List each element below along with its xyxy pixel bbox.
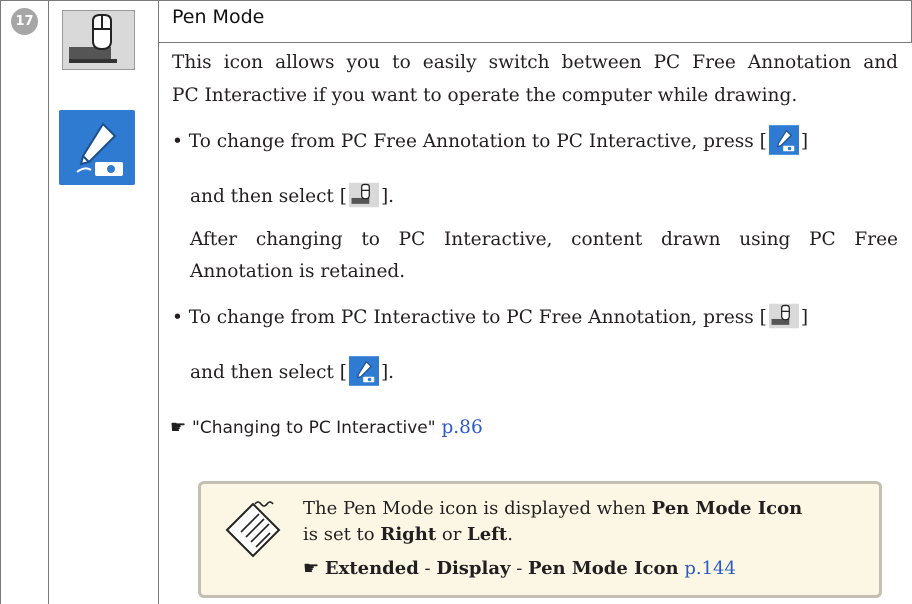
pen-on-projector-icon [348, 356, 379, 386]
bullet-1-line-2: and then select []. [190, 180, 394, 212]
table-top-border [0, 0, 912, 1]
mouse-on-computer-icon [62, 10, 135, 70]
note-text-part: is set to [303, 524, 381, 545]
reference-page-link[interactable]: p.86 [441, 417, 482, 438]
mouse-on-computer-icon [768, 301, 799, 331]
reference-line: ☛ "Changing to PC Interactive" p.86 [170, 412, 483, 444]
memo-notepad-icon [223, 498, 285, 560]
bullet-dot: • [172, 131, 189, 152]
bullet-1-text: To change from PC Free Annotation to PC … [188, 131, 767, 152]
bullet-dot: • [172, 307, 189, 328]
intro-line-1: This icon allows you to easily switch be… [172, 52, 898, 73]
pen-on-projector-icon [768, 125, 799, 155]
note-text-part: The Pen Mode icon is displayed when [303, 498, 652, 519]
bracket-close: ] [800, 307, 809, 328]
intro-line-2: PC Interactive if you want to operate th… [172, 85, 798, 106]
bullet-1-line-1: • To change from PC Free Annotation to P… [172, 125, 902, 157]
note-text-part: or [436, 524, 468, 545]
pointing-hand-icon: ☛ [303, 558, 320, 579]
mouse-on-computer-icon [348, 180, 379, 210]
ref-separator: - [510, 558, 529, 579]
ref-separator: - [418, 558, 437, 579]
note-reference-page-link[interactable]: p.144 [684, 558, 736, 579]
note-bold-left: Left [467, 524, 508, 545]
note-reference: ☛ Extended - Display - Pen Mode Icon p.1… [303, 556, 736, 582]
table-left-border [0, 0, 1, 604]
note-bold-pen-mode-icon: Pen Mode Icon [651, 498, 803, 519]
pointing-hand-icon: ☛ [170, 417, 187, 438]
note-text: The Pen Mode icon is displayed when Pen … [303, 496, 873, 548]
note-box: The Pen Mode icon is displayed when Pen … [198, 481, 882, 598]
bullet-1-note-line-1: After changing to PC Interactive, conten… [190, 229, 898, 250]
select-text: and then select [ [190, 186, 347, 207]
pen-on-projector-icon [59, 110, 135, 185]
ref-pen-mode-icon: Pen Mode Icon [528, 558, 679, 579]
column-divider-2 [158, 0, 159, 604]
note-text-part: . [507, 524, 513, 545]
section-title: Pen Mode [172, 6, 265, 28]
title-row-border [158, 42, 912, 43]
column-divider-1 [48, 0, 49, 604]
bullet-1-note-line-2: Annotation is retained. [190, 261, 406, 282]
select-text: and then select [ [190, 362, 347, 383]
ref-display: Display [436, 558, 511, 579]
row-number-badge: 17 [11, 8, 38, 35]
bullet-2-line-1: • To change from PC Interactive to PC Fr… [172, 301, 902, 333]
bullet-2-line-2: and then select []. [190, 356, 394, 388]
document-page: 17 Pen Mode This icon allows you to easi… [0, 0, 912, 604]
bullet-2-text: To change from PC Interactive to PC Free… [188, 307, 767, 328]
select-end: ]. [380, 186, 395, 207]
note-bold-right: Right [380, 524, 437, 545]
ref-extended: Extended [324, 558, 419, 579]
reference-text: "Changing to PC Interactive" [192, 418, 436, 438]
select-end: ]. [380, 362, 395, 383]
bracket-close: ] [800, 131, 809, 152]
